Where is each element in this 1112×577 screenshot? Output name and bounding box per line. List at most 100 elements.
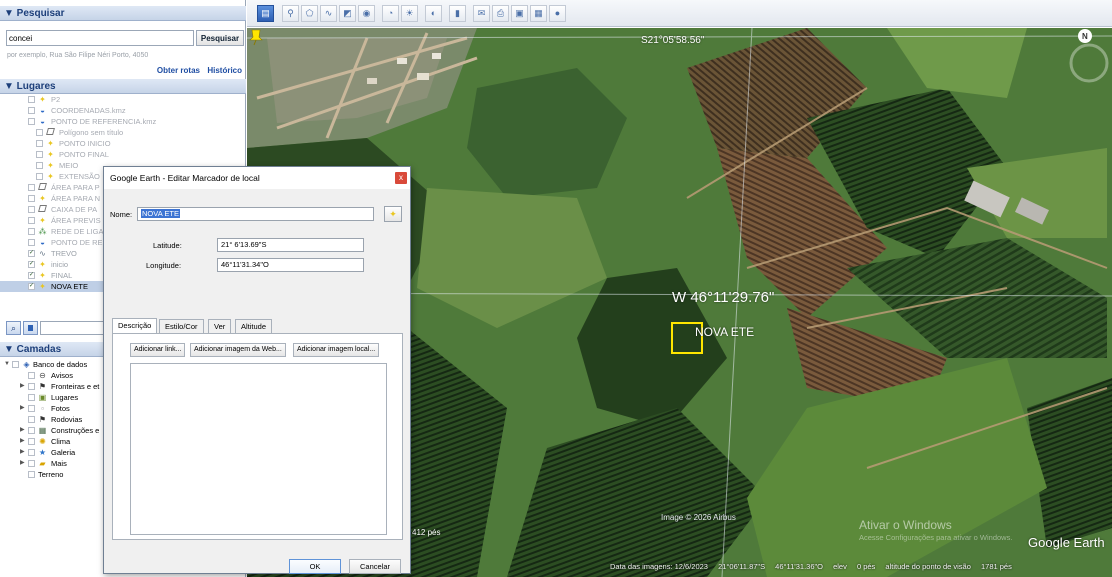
place-checkbox[interactable]: ✓ [28, 250, 35, 257]
placemark-tool-icon[interactable]: ⚲ [282, 5, 299, 22]
tab-view[interactable]: Ver [208, 319, 232, 334]
tab-altitude[interactable]: Altitude [235, 319, 273, 334]
polygon-icon [38, 183, 47, 192]
place-checkbox[interactable] [36, 173, 43, 180]
places-header[interactable]: ▼ Lugares [0, 79, 246, 94]
place-checkbox[interactable] [28, 195, 35, 202]
place-checkbox[interactable] [28, 217, 35, 224]
place-label: P2 [51, 95, 61, 104]
layer-checkbox[interactable] [28, 460, 35, 467]
place-checkbox[interactable] [28, 184, 35, 191]
place-label: PONTO DE RE [51, 238, 103, 247]
layer-label: Rodovias [51, 415, 83, 424]
sun-icon[interactable]: ☀ [401, 5, 418, 22]
tour-tool-icon[interactable]: ◉ [358, 5, 375, 22]
expand-icon[interactable]: ▶ [20, 381, 25, 392]
expand-icon[interactable]: ▶ [20, 458, 25, 469]
add-web-image-button[interactable]: Adicionar imagem da Web... [190, 343, 286, 357]
expand-icon[interactable]: ▶ [20, 425, 25, 436]
place-label: NOVA ETE [51, 282, 88, 291]
place-item[interactable]: Polígono sem título [0, 127, 246, 138]
place-item[interactable]: ✦ PONTO INICIO [0, 138, 246, 149]
place-label: ÁREA PREVIS [51, 216, 101, 225]
panel-icon[interactable] [23, 321, 38, 335]
place-checkbox[interactable] [28, 228, 35, 235]
polygon-tool-icon[interactable]: ⬠ [301, 5, 318, 22]
layer-checkbox[interactable] [28, 471, 35, 478]
layer-checkbox[interactable] [28, 438, 35, 445]
add-link-button[interactable]: Adicionar link... [130, 343, 186, 357]
sidebar-toggle-icon[interactable]: ▤ [257, 5, 274, 22]
maps-view-icon[interactable]: ▦ [530, 5, 547, 22]
pushpin-icon: ✦ [39, 194, 46, 203]
place-checkbox[interactable] [36, 140, 43, 147]
ruler-icon[interactable]: ▮ [449, 5, 466, 22]
layer-checkbox[interactable] [28, 416, 35, 423]
email-icon[interactable]: ✉ [473, 5, 490, 22]
name-field[interactable]: NOVA ETE [137, 207, 374, 221]
pushpin-icon: ✦ [39, 216, 46, 225]
place-checkbox[interactable] [36, 129, 43, 136]
historical-imagery-icon[interactable]: ◔ [382, 5, 399, 22]
search-icon[interactable]: ⌕ [6, 321, 21, 335]
compass-control[interactable]: N [1069, 28, 1109, 98]
place-checkbox[interactable]: ✓ [28, 261, 35, 268]
place-item[interactable]: ✦ PONTO FINAL [0, 149, 246, 160]
layer-checkbox[interactable] [28, 394, 35, 401]
places-filter-field[interactable] [40, 321, 108, 335]
get-directions-link[interactable]: Obter rotas [157, 66, 200, 75]
place-checkbox[interactable]: ✓ [28, 283, 35, 290]
cancel-button[interactable]: Cancelar [349, 559, 401, 574]
history-link[interactable]: Histórico [207, 66, 242, 75]
expand-icon[interactable]: ▼ [4, 359, 10, 370]
latitude-label: Latitude: [153, 241, 182, 250]
expand-icon[interactable]: ▶ [20, 403, 25, 414]
close-icon[interactable]: x [395, 172, 407, 184]
ok-button[interactable]: OK [289, 559, 341, 574]
search-button[interactable]: Pesquisar [196, 30, 244, 46]
longitude-field[interactable]: 46°11'31.34"O [217, 258, 364, 272]
pushpin-icon: ✦ [39, 271, 46, 280]
place-item[interactable]: ◒ PONTO DE REFERENCIA.kmz [0, 116, 246, 127]
elevation-value: 0 pés [856, 562, 876, 571]
layer-checkbox[interactable] [28, 405, 35, 412]
overlay-tool-icon[interactable]: ◩ [339, 5, 356, 22]
pushpin-icon[interactable] [247, 28, 265, 46]
place-checkbox[interactable] [36, 162, 43, 169]
place-item[interactable]: ✦ P2 [0, 94, 246, 105]
buildings-icon: ▦ [38, 426, 47, 435]
earth-gallery-icon[interactable]: ● [549, 5, 566, 22]
cursor-latitude: 21°06'11.87"S [718, 562, 766, 571]
print-icon[interactable]: ⎙ [492, 5, 509, 22]
place-checkbox[interactable] [28, 206, 35, 213]
place-item[interactable]: ◒ COORDENADAS.kmz [0, 105, 246, 116]
place-label: MEIO [59, 161, 79, 170]
tab-description[interactable]: Descrição [112, 318, 158, 334]
path-tool-icon[interactable]: ∿ [320, 5, 337, 22]
place-checkbox[interactable] [28, 96, 35, 103]
layer-checkbox[interactable] [28, 372, 35, 379]
layer-checkbox[interactable] [12, 361, 19, 368]
save-image-icon[interactable]: ▣ [511, 5, 528, 22]
placemark-icon-button[interactable]: ✦ [384, 206, 402, 222]
layer-checkbox[interactable] [28, 383, 35, 390]
expand-icon[interactable]: ▶ [20, 436, 25, 447]
placemark-label[interactable]: NOVA ETE [695, 325, 754, 339]
place-label: PONTO INICIO [59, 139, 111, 148]
expand-icon[interactable]: ▶ [20, 447, 25, 458]
place-checkbox[interactable] [28, 239, 35, 246]
planets-icon[interactable]: ◐ [425, 5, 442, 22]
place-checkbox[interactable] [36, 151, 43, 158]
latitude-field[interactable]: 21° 6'13.69"S [217, 238, 364, 252]
place-checkbox[interactable] [28, 118, 35, 125]
search-input[interactable] [6, 30, 194, 46]
description-textarea[interactable] [130, 363, 387, 535]
layer-checkbox[interactable] [28, 427, 35, 434]
layer-checkbox[interactable] [28, 449, 35, 456]
add-local-image-button[interactable]: Adicionar imagem local... [293, 343, 380, 357]
tab-style-color[interactable]: Estilo/Cor [159, 319, 204, 334]
search-header[interactable]: ▼ Pesquisar [0, 6, 246, 21]
dialog-titlebar[interactable]: Google Earth - Editar Marcador de local … [104, 167, 410, 189]
place-checkbox[interactable] [28, 107, 35, 114]
place-checkbox[interactable]: ✓ [28, 272, 35, 279]
